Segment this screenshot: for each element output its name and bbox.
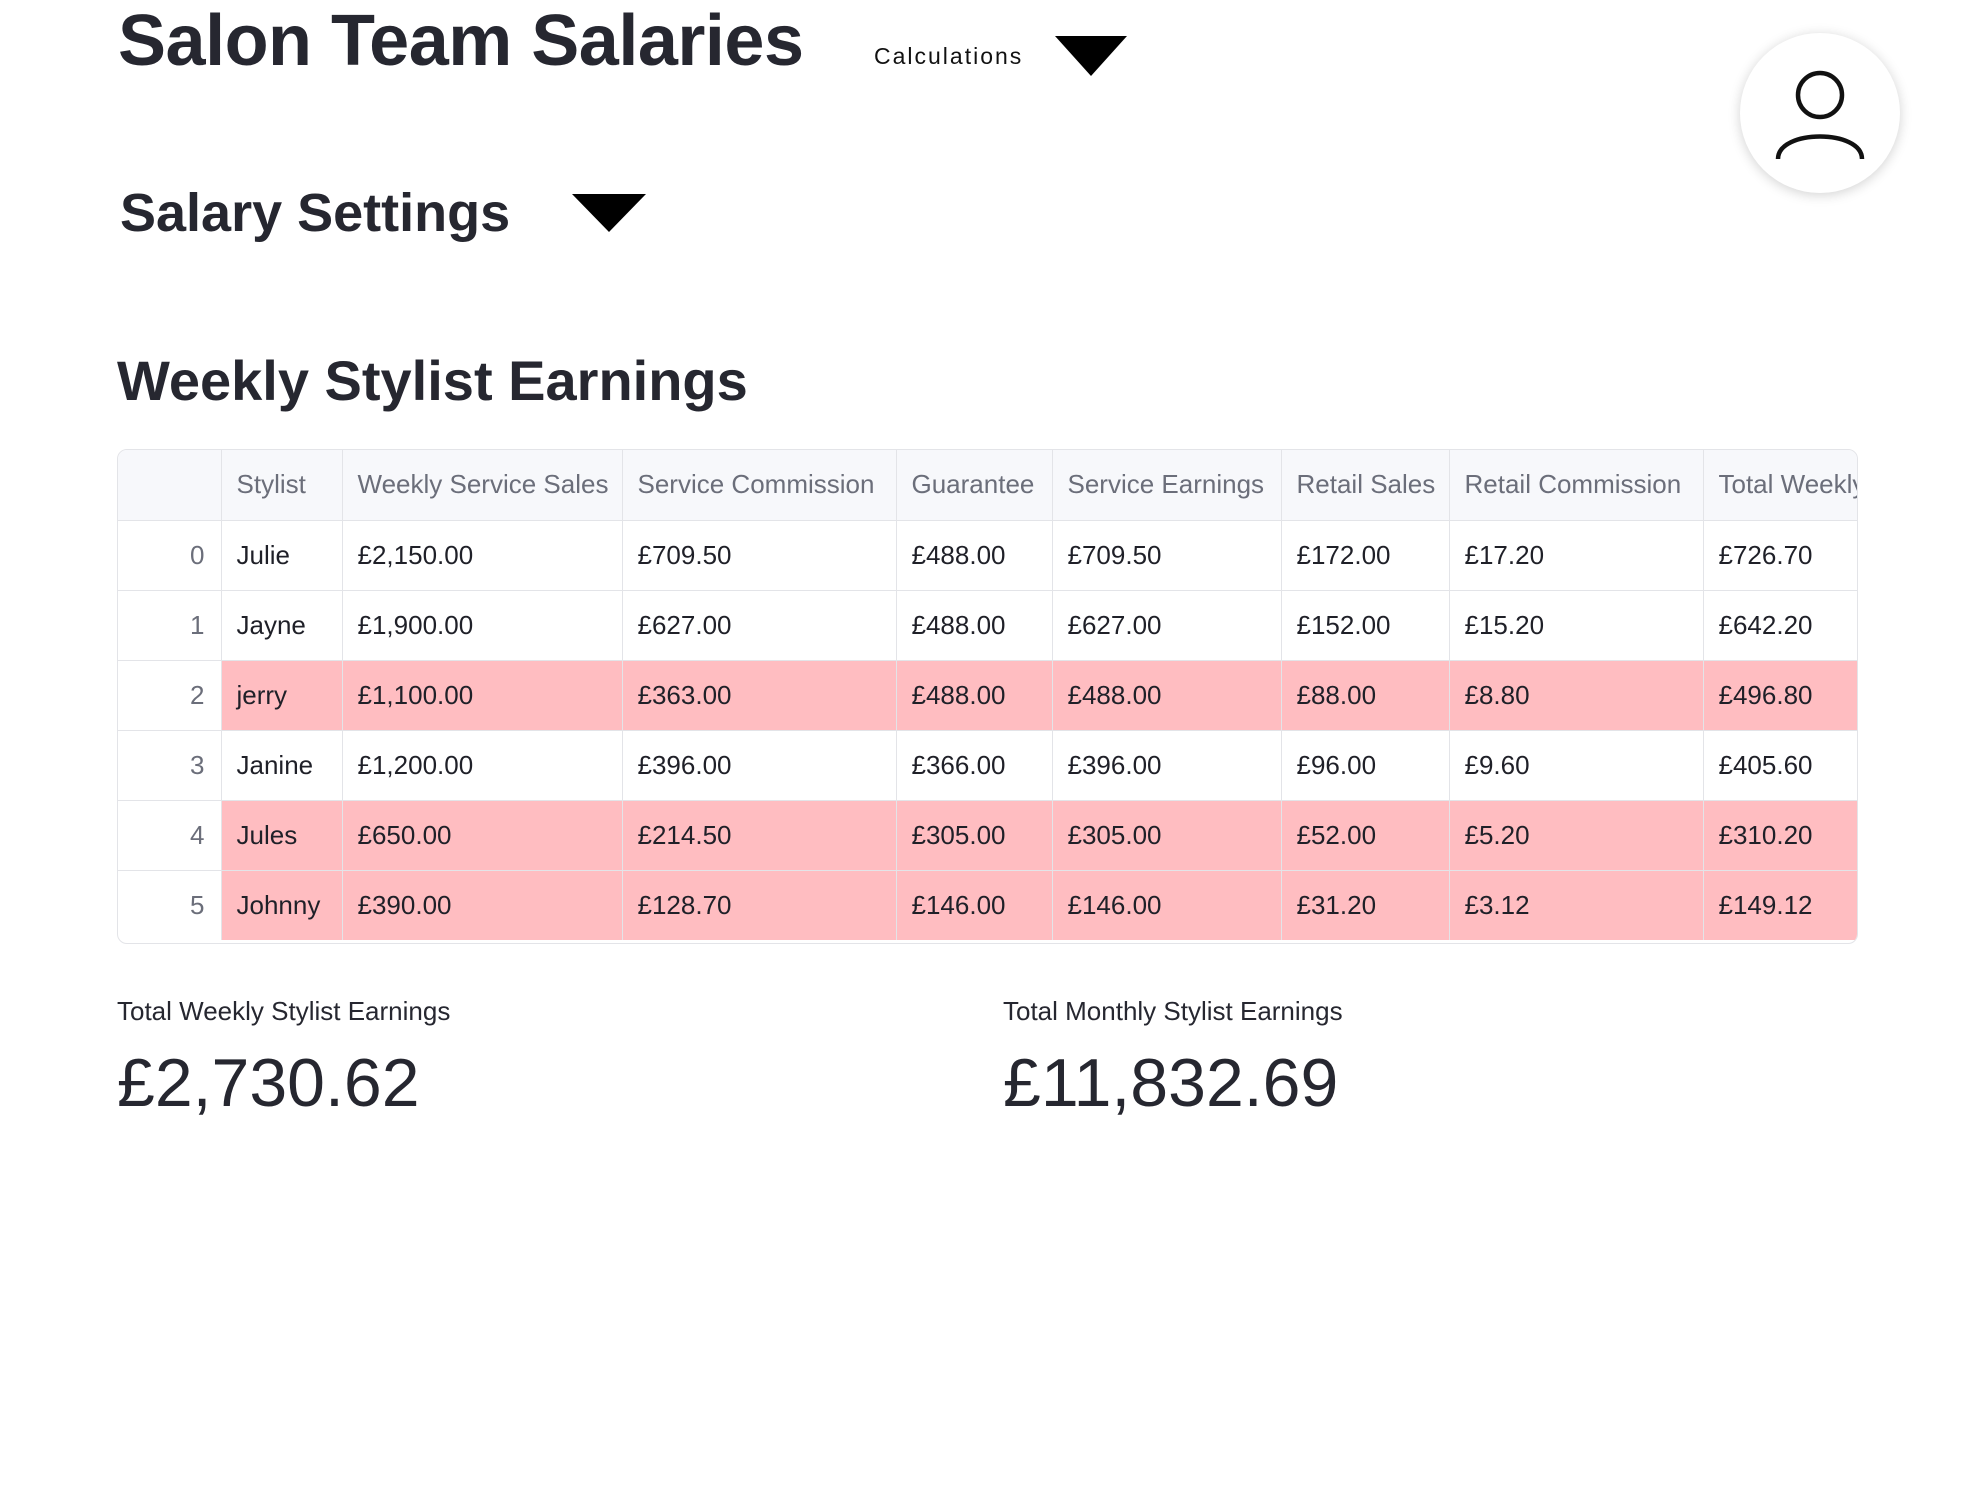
table-cell[interactable]: £366.00 [896,730,1053,801]
salary-settings-dropdown[interactable]: Salary Settings [120,182,647,244]
triangle-down-icon [1055,36,1128,76]
table-cell[interactable]: £390.00 [342,870,623,940]
table-cell[interactable]: £17.20 [1449,520,1704,591]
table-cell[interactable]: £9.60 [1449,730,1704,801]
table-cell[interactable]: £310.20 [1703,800,1857,871]
table-cell[interactable]: £3.12 [1449,870,1704,940]
table-cell[interactable]: Julie [221,520,343,591]
column-header-retail-commission[interactable]: Retail Commission [1449,450,1704,521]
table-cell[interactable]: £650.00 [342,800,623,871]
table-cell[interactable]: £152.00 [1281,590,1450,661]
table-cell[interactable]: £496.80 [1703,660,1857,731]
calculations-dropdown[interactable]: Calculations [874,36,1128,76]
row-index: 3 [118,730,222,801]
triangle-down-icon [572,194,647,232]
table-cell[interactable]: £709.50 [1052,520,1282,591]
table-cell[interactable]: £363.00 [622,660,897,731]
metric-value: £2,730.62 [117,1045,420,1121]
table-cell[interactable]: £488.00 [896,660,1053,731]
user-icon [1775,70,1865,160]
metric-label: Total Weekly Stylist Earnings [117,996,451,1026]
table-cell[interactable]: £128.70 [622,870,897,940]
table-row: 0 Julie £2,150.00 £709.50 £488.00 £709.5… [118,520,1857,591]
metric-label: Total Monthly Stylist Earnings [1003,996,1343,1026]
table-cell[interactable]: £488.00 [896,590,1053,661]
table-cell[interactable]: Janine [221,730,343,801]
metric-value: £11,832.69 [1003,1045,1339,1121]
table-cell[interactable]: £146.00 [896,870,1053,940]
table-cell[interactable]: Johnny [221,870,343,940]
table-row: 1 Jayne £1,900.00 £627.00 £488.00 £627.0… [118,590,1857,661]
column-header-retail-sales[interactable]: Retail Sales [1281,450,1450,521]
table-cell[interactable]: £172.00 [1281,520,1450,591]
table-cell[interactable]: £396.00 [622,730,897,801]
table-cell[interactable]: £726.70 [1703,520,1857,591]
page-title: Salon Team Salaries [118,1,804,81]
user-avatar-button[interactable] [1740,33,1900,193]
table-cell[interactable]: £149.12 [1703,870,1857,940]
table-cell[interactable]: £1,100.00 [342,660,623,731]
table-row: 3 Janine £1,200.00 £396.00 £366.00 £396.… [118,730,1857,801]
table-cell[interactable]: £488.00 [896,520,1053,591]
table-cell[interactable]: £2,150.00 [342,520,623,591]
table-cell[interactable]: £488.00 [1052,660,1282,731]
table-cell[interactable]: Jules [221,800,343,871]
column-header-service-commission[interactable]: Service Commission [622,450,897,521]
column-header-service-earnings[interactable]: Service Earnings [1052,450,1282,521]
table-cell[interactable]: £305.00 [896,800,1053,871]
app-page: Salon Team Salaries Calculations Salary … [0,0,1980,1502]
table-row: 2 jerry £1,100.00 £363.00 £488.00 £488.0… [118,660,1857,731]
table-cell[interactable]: £642.20 [1703,590,1857,661]
salary-settings-label: Salary Settings [120,183,511,243]
table-cell[interactable]: £52.00 [1281,800,1450,871]
table-cell[interactable]: jerry [221,660,343,731]
table-cell[interactable]: £15.20 [1449,590,1704,661]
table-cell[interactable]: £709.50 [622,520,897,591]
table-cell[interactable]: £627.00 [622,590,897,661]
table-cell[interactable]: £8.80 [1449,660,1704,731]
table-cell[interactable]: £1,200.00 [342,730,623,801]
table-cell[interactable]: £214.50 [622,800,897,871]
column-header-weekly-service-sales[interactable]: Weekly Service Sales [342,450,623,521]
table-row: 4 Jules £650.00 £214.50 £305.00 £305.00 … [118,800,1857,871]
table-cell[interactable]: £305.00 [1052,800,1282,871]
table-cell[interactable]: £146.00 [1052,870,1282,940]
column-header-guarantee[interactable]: Guarantee [896,450,1053,521]
table-cell[interactable]: £31.20 [1281,870,1450,940]
weekly-earnings-metric: Total Weekly Stylist Earnings £2,730.62 [117,996,450,1117]
row-index: 4 [118,800,222,871]
column-header-total-weekly[interactable]: Total Weekly [1703,450,1857,521]
table-cell[interactable]: £1,900.00 [342,590,623,661]
column-header[interactable] [118,450,222,521]
table-cell[interactable]: £88.00 [1281,660,1450,731]
table-cell[interactable]: £96.00 [1281,730,1450,801]
column-header-stylist[interactable]: Stylist [221,450,343,521]
row-index: 1 [118,590,222,661]
table-cell[interactable]: £405.60 [1703,730,1857,801]
table-cell[interactable]: £396.00 [1052,730,1282,801]
earnings-section-title: Weekly Stylist Earnings [117,349,748,412]
table-header-row: Stylist Weekly Service Sales Service Com… [118,450,1857,521]
monthly-earnings-metric: Total Monthly Stylist Earnings £11,832.6… [1003,996,1343,1117]
row-index: 0 [118,520,222,591]
table-cell[interactable]: £627.00 [1052,590,1282,661]
table-cell[interactable]: £5.20 [1449,800,1704,871]
earnings-table[interactable]: Stylist Weekly Service Sales Service Com… [117,449,1858,944]
calculations-label: Calculations [874,42,1024,69]
table-row: 5 Johnny £390.00 £128.70 £146.00 £146.00… [118,870,1857,940]
table-cell[interactable]: Jayne [221,590,343,661]
row-index: 2 [118,660,222,731]
row-index: 5 [118,870,222,940]
